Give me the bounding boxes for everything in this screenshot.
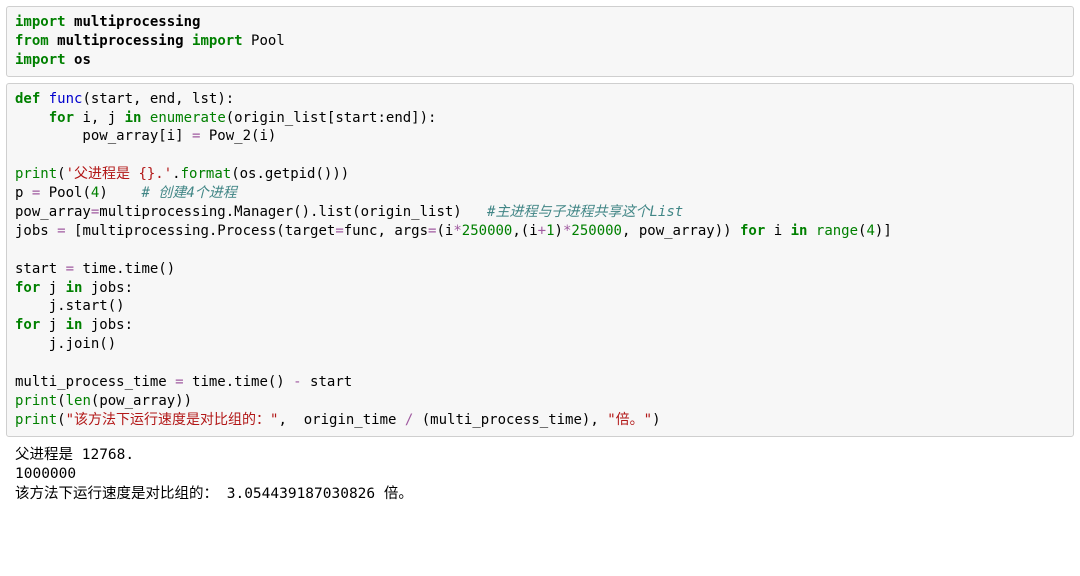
input-cell-1: import multiprocessing from multiprocess… [6, 6, 1074, 77]
jobs-i: )] [875, 223, 892, 239]
builtin-enumerate: enumerate [150, 110, 226, 126]
kw-import: import [192, 33, 243, 49]
op-minus: - [293, 374, 301, 390]
kw-in: in [66, 280, 83, 296]
kw-for: for [15, 317, 40, 333]
comment-share: #主进程与子进程共享这个List [487, 204, 683, 220]
time-call: time.time() [74, 261, 175, 277]
output-cell: 父进程是 12768. 1000000 该方法下运行速度是对比组的： 3.054… [6, 443, 1074, 512]
pool-call: Pool( [40, 185, 91, 201]
op-plus: + [538, 223, 546, 239]
code-block-2: def func(start, end, lst): for i, j in e… [15, 90, 1065, 430]
mpt-var: multi_process_time [15, 374, 175, 390]
builtin-print: print [15, 166, 57, 182]
jobs-var: jobs [15, 223, 57, 239]
op-eq: = [335, 223, 343, 239]
wechat-icon [890, 534, 924, 568]
kw-def: def [15, 91, 40, 107]
module-multiprocessing: multiprocessing [74, 14, 200, 30]
num-4: 4 [866, 223, 874, 239]
kw-in: in [66, 317, 83, 333]
kw-import: import [15, 14, 66, 30]
num-250000: 250000 [571, 223, 622, 239]
watermark: 菜鸟学Python [890, 534, 1067, 568]
kw-for: for [49, 110, 74, 126]
jobs-b: func, args [344, 223, 428, 239]
watermark-text: 菜鸟学Python [932, 535, 1067, 567]
str-bei: "倍。" [607, 412, 652, 428]
num-250000: 250000 [462, 223, 513, 239]
pool-close: ) [99, 185, 141, 201]
builtin-format: format [181, 166, 232, 182]
vars-ij: i, j [74, 110, 125, 126]
getpid: .getpid() [256, 166, 332, 182]
enum-arg: (origin_list[start:end]): [226, 110, 437, 126]
out-line1: 父进程是 12768. [15, 447, 134, 463]
builtin-range: range [816, 223, 858, 239]
kw-in: in [791, 223, 808, 239]
j-join: j.join() [15, 336, 116, 352]
name-pool: Pool [251, 33, 285, 49]
j-start: j.start() [15, 298, 125, 314]
open-os: (os [231, 166, 256, 182]
kw-from: from [15, 33, 49, 49]
jobs-c: (i [436, 223, 453, 239]
str-speed: "该方法下运行速度是对比组的：" [66, 412, 279, 428]
builtin-print: print [15, 412, 57, 428]
module-multiprocessing: multiprocessing [57, 33, 183, 49]
open-paren: ( [57, 412, 65, 428]
jobs-g [807, 223, 815, 239]
builtin-print: print [15, 393, 57, 409]
out-line2: 1000000 [15, 466, 76, 482]
len-arg: (pow_array)) [91, 393, 192, 409]
jobs-ref: jobs: [82, 317, 133, 333]
var-j: j [40, 317, 65, 333]
kw-for: for [740, 223, 765, 239]
close-paren: ) [652, 412, 660, 428]
str-parent: '父进程是 {}.' [66, 166, 173, 182]
jobs-d: ) [555, 223, 563, 239]
start-var: start [15, 261, 66, 277]
jobs-a: [multiprocessing.Process(target [66, 223, 336, 239]
num-1: 1 [546, 223, 554, 239]
op-mul: * [453, 223, 461, 239]
close-call: )) [332, 166, 349, 182]
out-line3: 该方法下运行速度是对比组的： 3.054439187030826 倍。 [15, 486, 413, 502]
open-paren: ( [57, 393, 65, 409]
func-name: func [49, 91, 83, 107]
origin-time: , origin_time [278, 412, 404, 428]
jobs-e: , pow_array)) [622, 223, 740, 239]
builtin-len: len [66, 393, 91, 409]
jobs-f: i [765, 223, 790, 239]
output-text: 父进程是 12768. 1000000 该方法下运行速度是对比组的： 3.054… [15, 446, 1065, 505]
pow-array: pow_array [15, 204, 91, 220]
code-block-1: import multiprocessing from multiprocess… [15, 13, 1065, 70]
comment-pool: # 创建4个进程 [141, 185, 236, 201]
op-eq: = [175, 374, 183, 390]
kw-for: for [15, 280, 40, 296]
func-sig: (start, end, lst): [82, 91, 234, 107]
module-os: os [74, 52, 91, 68]
mpt-ref: (multi_process_time), [413, 412, 607, 428]
kw-in: in [125, 110, 142, 126]
assign-right: Pow_2(i) [200, 128, 276, 144]
var-j: j [40, 280, 65, 296]
jobs-ref: jobs: [82, 280, 133, 296]
kw-import: import [15, 52, 66, 68]
assign-left: pow_array[i] [15, 128, 192, 144]
op-eq: = [57, 223, 65, 239]
dot: . [172, 166, 180, 182]
start-ref: start [302, 374, 353, 390]
manager-list: multiprocessing.Manager().list(origin_li… [99, 204, 487, 220]
op-eq: = [66, 261, 74, 277]
input-cell-2: def func(start, end, lst): for i, j in e… [6, 83, 1074, 437]
time-call: time.time() [184, 374, 294, 390]
var-p: p [15, 185, 32, 201]
jobs-comma: ,(i [512, 223, 537, 239]
